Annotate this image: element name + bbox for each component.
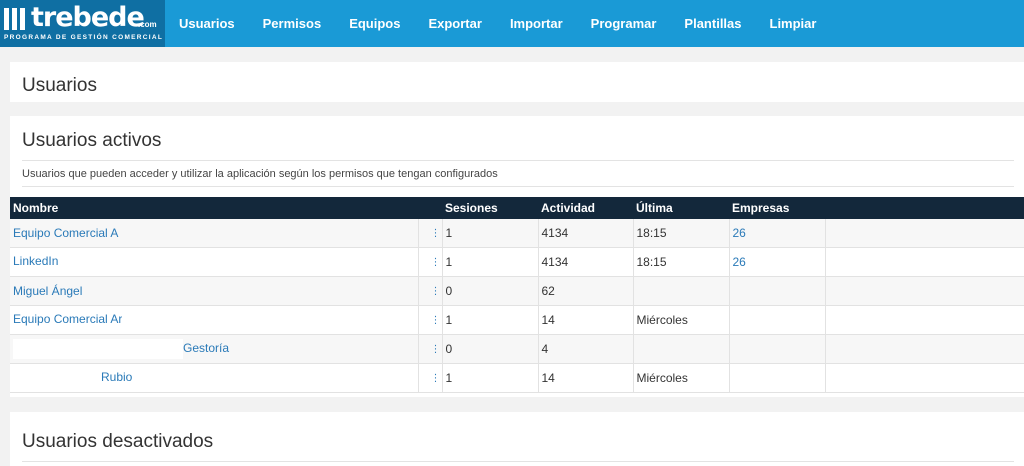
user-name-link[interactable]: Gestoría — [10, 334, 419, 364]
last-cell — [633, 334, 730, 364]
active-users-description: Usuarios que pueden acceder y utilizar l… — [22, 168, 498, 180]
inactive-users-card: Usuarios desactivados — [10, 412, 1024, 466]
vertical-dots-icon[interactable]: ⋮ — [418, 219, 443, 248]
column-header-blank — [825, 197, 1024, 219]
nav-item-plantillas[interactable]: Plantillas — [670, 0, 755, 47]
activity-cell: 14 — [538, 363, 634, 393]
column-header-last[interactable]: Última — [633, 197, 729, 219]
vertical-dots-icon[interactable]: ⋮ — [418, 305, 443, 335]
logo-bars-icon — [4, 8, 25, 30]
inactive-users-title: Usuarios desactivados — [22, 431, 214, 452]
empty-cell — [825, 334, 1024, 364]
nav-item-limpiar[interactable]: Limpiar — [756, 0, 831, 47]
user-name-link[interactable]: Equipo Comercial Ar — [10, 305, 419, 335]
last-cell: 18:15 — [633, 247, 730, 277]
empty-cell — [825, 219, 1024, 248]
section-divider — [22, 461, 1014, 462]
sessions-cell: 1 — [442, 305, 539, 335]
brand-logo[interactable]: trebede .com PROGRAMA DE GESTIÓN COMERCI… — [0, 0, 165, 47]
vertical-dots-icon[interactable]: ⋮ — [418, 363, 443, 393]
activity-cell: 4134 — [538, 219, 634, 248]
companies-link[interactable]: 26 — [733, 255, 746, 269]
vertical-dots-icon[interactable]: ⋮ — [418, 247, 443, 277]
sessions-cell: 1 — [442, 247, 539, 277]
empty-cell — [825, 305, 1024, 335]
sessions-cell: 0 — [442, 334, 539, 364]
vertical-dots-icon[interactable]: ⋮ — [418, 276, 443, 306]
logo-domain-suffix: .com — [138, 20, 157, 29]
last-cell: Miércoles — [633, 363, 730, 393]
logo-wordmark: trebede — [31, 2, 145, 33]
redacted-area — [122, 310, 299, 330]
companies-cell — [729, 276, 826, 306]
page-title-card: Usuarios — [10, 62, 1024, 102]
empty-cell — [825, 276, 1024, 306]
vertical-dots-icon[interactable]: ⋮ — [418, 334, 443, 364]
table-row[interactable]: Gestoría ⋮ 0 4 — [10, 334, 1024, 364]
user-name-link[interactable]: Miguel Ángel — [10, 276, 419, 306]
companies-cell: 26 — [729, 247, 826, 277]
activity-cell: 62 — [538, 276, 634, 306]
nav-item-importar[interactable]: Importar — [496, 0, 577, 47]
user-name-link[interactable]: LinkedIn — [10, 247, 419, 277]
user-name-text[interactable]: Rubio — [101, 370, 132, 384]
user-name-link[interactable]: Rubio — [10, 363, 419, 393]
sessions-cell: 1 — [442, 219, 539, 248]
column-header-sessions[interactable]: Sesiones — [442, 197, 538, 219]
user-name-link[interactable]: Equipo Comercial A — [10, 219, 419, 248]
section-divider — [22, 186, 1014, 187]
sessions-cell: 1 — [442, 363, 539, 393]
main-menu: Usuarios Permisos Equipos Exportar Impor… — [165, 0, 830, 47]
companies-cell — [729, 363, 826, 393]
nav-item-programar[interactable]: Programar — [577, 0, 671, 47]
page-title: Usuarios — [22, 75, 97, 96]
last-cell — [633, 276, 730, 306]
redacted-area — [13, 339, 183, 359]
companies-cell: 26 — [729, 219, 826, 248]
user-name-text[interactable]: LinkedIn — [13, 254, 58, 268]
logo-tagline: PROGRAMA DE GESTIÓN COMERCIAL — [4, 34, 164, 41]
column-header-companies[interactable]: Empresas — [729, 197, 825, 219]
user-name-text[interactable]: Equipo Comercial Ar — [13, 312, 122, 326]
nav-item-exportar[interactable]: Exportar — [414, 0, 495, 47]
active-users-table: Nombre Sesiones Actividad Última Empresa… — [10, 197, 1024, 393]
companies-cell — [729, 334, 826, 364]
empty-cell — [825, 247, 1024, 277]
activity-cell: 4134 — [538, 247, 634, 277]
redacted-area — [60, 252, 239, 272]
column-header-menu — [418, 197, 442, 219]
companies-link[interactable]: 26 — [733, 226, 746, 240]
table-row[interactable]: LinkedIn ⋮ 1 4134 18:15 26 — [10, 247, 1024, 277]
table-row[interactable]: Rubio ⋮ 1 14 Miércoles — [10, 363, 1024, 393]
top-navigation-bar: trebede .com PROGRAMA DE GESTIÓN COMERCI… — [0, 0, 1024, 47]
nav-item-usuarios[interactable]: Usuarios — [165, 0, 249, 47]
user-name-text[interactable]: Gestoría — [183, 341, 229, 355]
nav-item-permisos[interactable]: Permisos — [249, 0, 336, 47]
last-cell: Miércoles — [633, 305, 730, 335]
companies-cell — [729, 305, 826, 335]
activity-cell: 14 — [538, 305, 634, 335]
sessions-cell: 0 — [442, 276, 539, 306]
redacted-area — [13, 368, 101, 388]
section-divider — [22, 160, 1014, 161]
table-row[interactable]: Miguel Ángel ⋮ 0 62 — [10, 276, 1024, 306]
column-header-activity[interactable]: Actividad — [538, 197, 633, 219]
activity-cell: 4 — [538, 334, 634, 364]
table-header-row: Nombre Sesiones Actividad Última Empresa… — [10, 197, 1024, 219]
table-row[interactable]: Equipo Comercial A ⋮ 1 4134 18:15 26 — [10, 219, 1024, 248]
nav-item-equipos[interactable]: Equipos — [335, 0, 414, 47]
table-row[interactable]: Equipo Comercial Ar ⋮ 1 14 Miércoles — [10, 305, 1024, 335]
column-header-name[interactable]: Nombre — [10, 197, 418, 219]
active-users-title: Usuarios activos — [22, 130, 162, 151]
empty-cell — [825, 363, 1024, 393]
last-cell: 18:15 — [633, 219, 730, 248]
